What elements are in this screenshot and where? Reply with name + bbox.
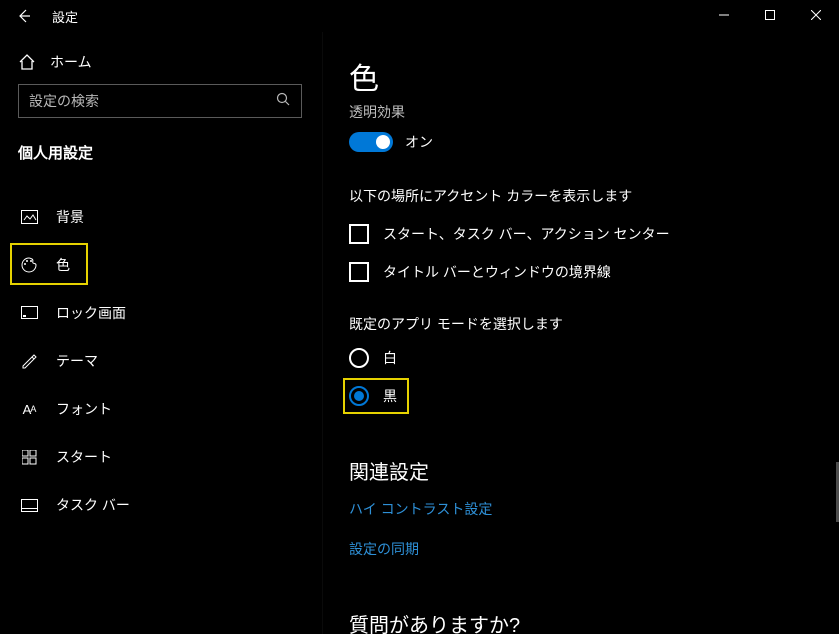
sidebar-item-label: テーマ xyxy=(56,351,98,371)
checkbox-icon xyxy=(349,224,369,244)
sidebar-item-label: ロック画面 xyxy=(56,303,126,323)
taskbar-icon xyxy=(20,496,38,514)
maximize-button[interactable] xyxy=(747,0,793,30)
radio-label: 白 xyxy=(383,348,397,368)
search-placeholder: 設定の検索 xyxy=(29,91,99,111)
toggle-knob xyxy=(376,135,390,149)
checkbox-start-taskbar[interactable]: スタート、タスク バー、アクション センター xyxy=(349,224,811,244)
content-pane: 色 透明効果 オン 以下の場所にアクセント カラーを表示します スタート、タスク… xyxy=(322,32,839,634)
font-icon: AA xyxy=(20,400,38,418)
sidebar-item-colors[interactable]: 色 xyxy=(14,241,298,289)
sidebar: ホーム 設定の検索 個人用設定 背景 色 xyxy=(0,32,322,634)
window-controls xyxy=(701,0,839,30)
checkbox-icon xyxy=(349,262,369,282)
sidebar-item-taskbar[interactable]: タスク バー xyxy=(14,481,298,529)
toggle-state-label: オン xyxy=(405,132,433,152)
sidebar-section-label: 個人用設定 xyxy=(18,142,322,163)
checkbox-label: スタート、タスク バー、アクション センター xyxy=(383,224,670,244)
link-sync-settings[interactable]: 設定の同期 xyxy=(349,539,811,559)
accent-surfaces-heading: 以下の場所にアクセント カラーを表示します xyxy=(349,186,811,206)
sidebar-item-fonts[interactable]: AA フォント xyxy=(14,385,298,433)
lockscreen-icon xyxy=(20,304,38,322)
radio-label: 黒 xyxy=(383,386,397,406)
window-title: 設定 xyxy=(52,7,78,26)
picture-icon xyxy=(20,208,38,226)
page-title: 色 xyxy=(349,54,811,98)
back-button[interactable] xyxy=(10,2,38,30)
maximize-icon xyxy=(765,10,775,20)
sidebar-item-background[interactable]: 背景 xyxy=(14,193,298,241)
back-arrow-icon xyxy=(16,8,32,24)
close-icon xyxy=(811,10,821,20)
sidebar-item-start[interactable]: スタート xyxy=(14,433,298,481)
sidebar-item-label: 色 xyxy=(56,255,70,275)
sidebar-item-themes[interactable]: テーマ xyxy=(14,337,298,385)
radio-dark[interactable]: 黒 xyxy=(349,386,811,406)
transparency-toggle[interactable] xyxy=(349,132,393,152)
sidebar-item-lockscreen[interactable]: ロック画面 xyxy=(14,289,298,337)
sidebar-nav: 背景 色 ロック画面 テーマ xyxy=(14,193,298,529)
theme-icon xyxy=(20,352,38,370)
home-icon xyxy=(18,53,36,71)
link-high-contrast[interactable]: ハイ コントラスト設定 xyxy=(349,499,811,519)
related-settings-heading: 関連設定 xyxy=(349,456,811,485)
sidebar-item-label: 背景 xyxy=(56,207,84,227)
have-question-heading: 質問がありますか? xyxy=(349,609,811,634)
start-icon xyxy=(20,448,38,466)
close-button[interactable] xyxy=(793,0,839,30)
search-input[interactable]: 設定の検索 xyxy=(18,84,302,118)
sidebar-item-label: スタート xyxy=(56,447,112,467)
search-icon xyxy=(276,92,291,110)
transparency-heading: 透明効果 xyxy=(349,102,811,122)
checkbox-titlebars[interactable]: タイトル バーとウィンドウの境界線 xyxy=(349,262,811,282)
checkbox-label: タイトル バーとウィンドウの境界線 xyxy=(383,262,611,282)
minimize-icon xyxy=(719,10,729,20)
scrollbar[interactable] xyxy=(835,32,839,634)
palette-icon xyxy=(20,256,38,274)
sidebar-home-label: ホーム xyxy=(50,52,92,72)
sidebar-item-label: フォント xyxy=(56,399,112,419)
sidebar-item-label: タスク バー xyxy=(56,495,130,515)
minimize-button[interactable] xyxy=(701,0,747,30)
app-mode-heading: 既定のアプリ モードを選択します xyxy=(349,314,811,334)
sidebar-home[interactable]: ホーム xyxy=(18,46,322,84)
radio-icon xyxy=(349,386,369,406)
radio-light[interactable]: 白 xyxy=(349,348,811,368)
radio-icon xyxy=(349,348,369,368)
